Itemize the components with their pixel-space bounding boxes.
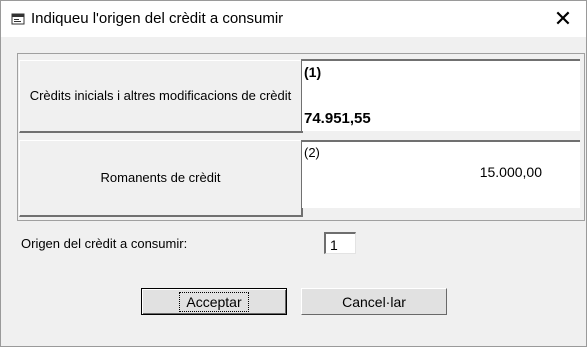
close-icon: ✕ bbox=[553, 6, 573, 31]
row-value: 74.951,55 bbox=[304, 110, 371, 127]
row-value: 15.000,00 bbox=[479, 164, 542, 180]
row-label-text: Crèdits inicials i altres modificacions … bbox=[29, 88, 292, 103]
close-button[interactable]: ✕ bbox=[540, 1, 586, 37]
cancel-button[interactable]: Cancel·lar bbox=[301, 288, 447, 315]
row-index: (1) bbox=[304, 64, 322, 80]
row-label-text: Romanents de crèdit bbox=[100, 170, 221, 185]
row-index: (2) bbox=[304, 145, 320, 160]
credit-group: Crèdits inicials i altres modificacions … bbox=[17, 53, 585, 221]
row-value-credits-inicials: (1) 74.951,55 bbox=[301, 59, 580, 131]
title-bar: Indiqueu l'origen del crèdit a consumir … bbox=[1, 1, 586, 37]
dialog-title: Indiqueu l'origen del crèdit a consumir bbox=[31, 10, 284, 27]
dialog-window: Indiqueu l'origen del crèdit a consumir … bbox=[0, 0, 587, 347]
accept-label: Acceptar bbox=[179, 291, 249, 312]
origen-input[interactable] bbox=[324, 232, 356, 254]
window-icon bbox=[11, 13, 25, 25]
accept-button[interactable]: Acceptar bbox=[141, 288, 287, 315]
row-label-credits-inicials: Crèdits inicials i altres modificacions … bbox=[19, 60, 303, 133]
row-label-romanents: Romanents de crèdit bbox=[19, 140, 303, 217]
row-value-romanents: (2) 15.000,00 bbox=[301, 140, 580, 208]
cancel-label: Cancel·lar bbox=[342, 293, 406, 310]
origen-label: Origen del crèdit a consumir: bbox=[21, 236, 188, 251]
